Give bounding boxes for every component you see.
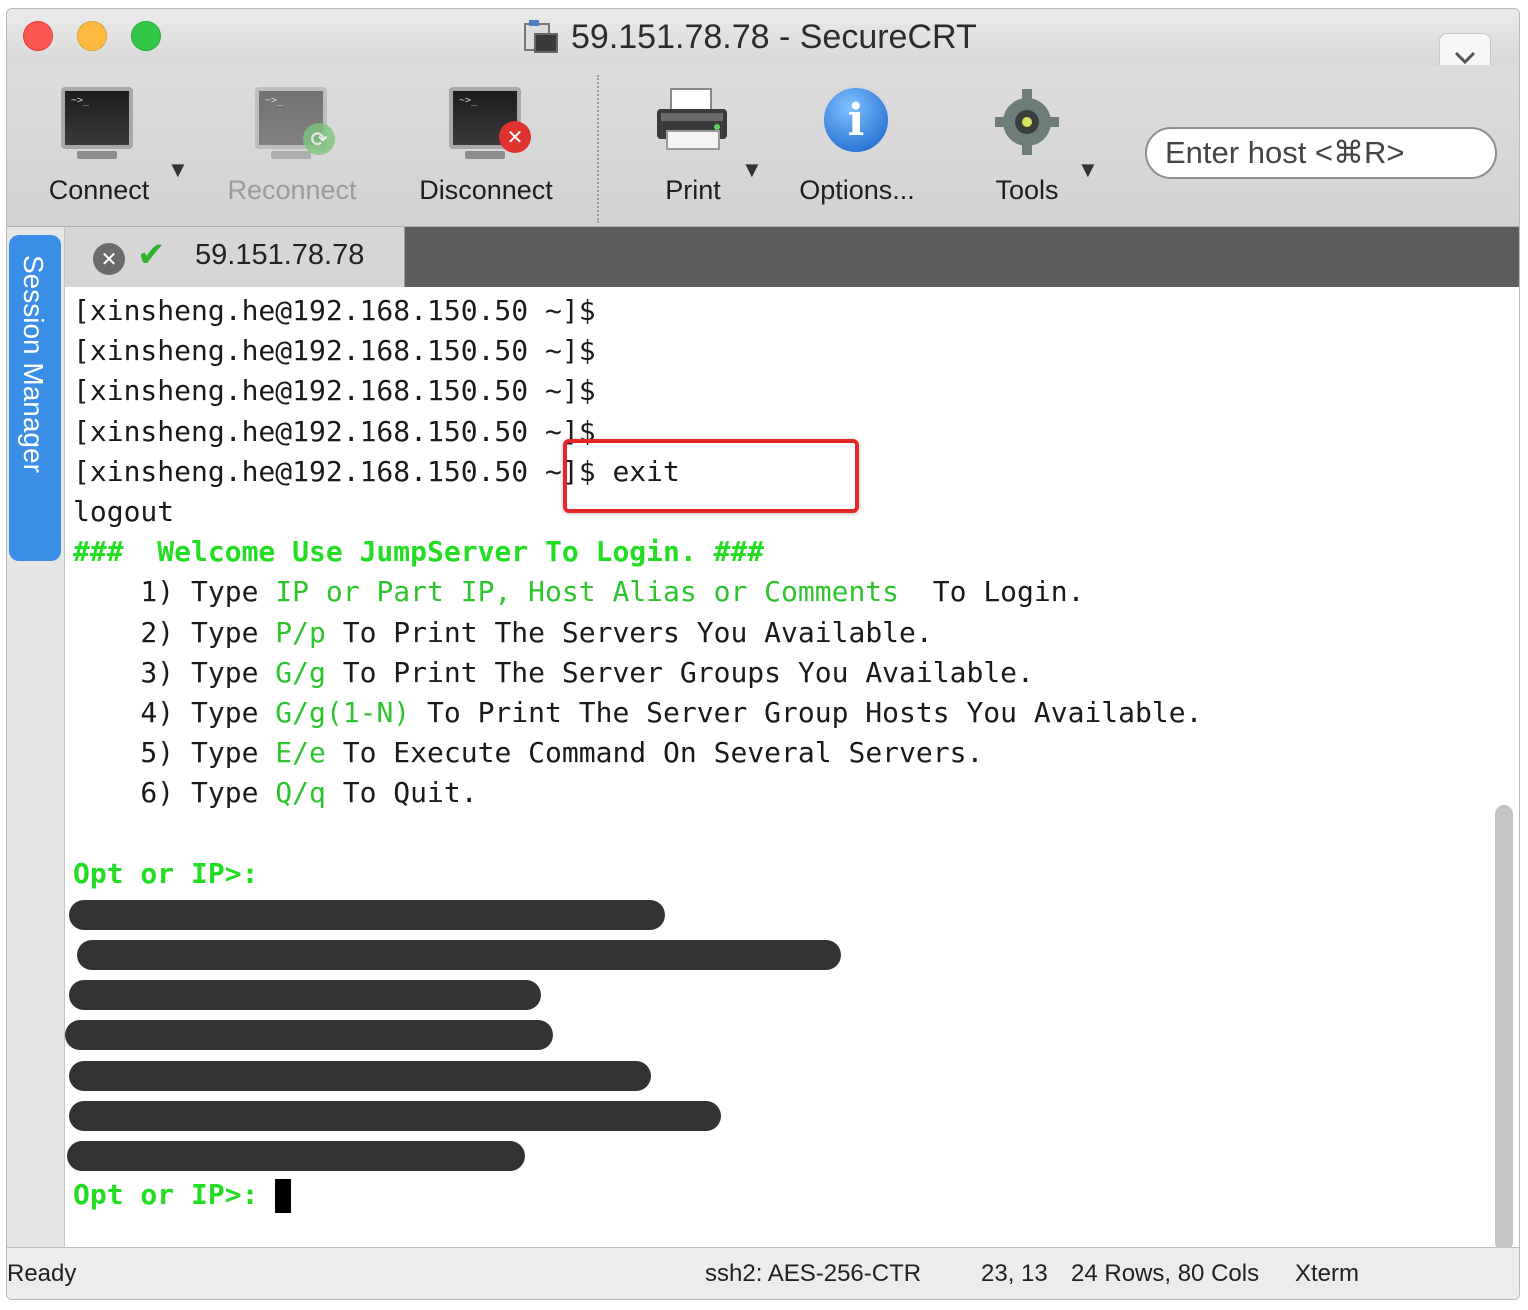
terminal-line: [xinsheng.he@192.168.150.50 ~]$	[73, 294, 596, 327]
redacted-line	[69, 1055, 1202, 1095]
terminal-scrollbar[interactable]	[1495, 805, 1513, 1251]
redacted-line	[69, 974, 1202, 1014]
redacted-line	[69, 894, 1202, 934]
reconnect-label: Reconnect	[227, 175, 357, 205]
menu-line: 3) Type G/g To Print The Server Groups Y…	[73, 655, 1034, 689]
close-icon[interactable]: ✕	[93, 243, 125, 275]
disconnect-label: Disconnect	[419, 175, 553, 205]
title-bar: 59.151.78.78 - SecureCRT	[7, 9, 1519, 83]
status-terminal-type: Xterm	[1295, 1260, 1360, 1287]
toolbar: Connect ▼ ⟳ Reconnect ✕ Disconnect	[7, 65, 1519, 227]
enter-host-input[interactable]: Enter host <⌘R>	[1145, 127, 1497, 179]
connect-dropdown-icon[interactable]: ▼	[167, 157, 189, 183]
minimize-window-button[interactable]	[77, 21, 107, 51]
redacted-line	[65, 1014, 1202, 1054]
exit-highlight-box	[563, 439, 859, 513]
status-cipher: ssh2: AES-256-CTR	[705, 1260, 922, 1287]
securecrt-window: 59.151.78.78 - SecureCRT Connect ▼ ⟳ Rec…	[6, 8, 1520, 1300]
connect-label: Connect	[48, 175, 150, 205]
print-dropdown-icon[interactable]: ▼	[741, 157, 763, 183]
text-cursor	[275, 1179, 292, 1214]
menu-line: 5) Type E/e To Execute Command On Severa…	[73, 736, 984, 770]
menu-line: 2) Type P/p To Print The Servers You Ava…	[73, 615, 933, 649]
redacted-line	[69, 1095, 1202, 1135]
info-icon: i	[821, 85, 891, 155]
session-tab-label: 59.151.78.78	[195, 239, 365, 271]
session-manager-strip: Session Manager	[7, 227, 65, 1247]
tools-label: Tools	[995, 175, 1059, 205]
disconnect-x-icon: ✕	[499, 121, 531, 153]
status-ready: Ready	[7, 1260, 77, 1287]
window-title: 59.151.78.78 - SecureCRT	[571, 17, 977, 56]
final-opt-prompt-line: Opt or IP>:	[73, 1175, 1202, 1215]
terminal-area[interactable]: [xinsheng.he@192.168.150.50 ~]$ [xinshen…	[65, 287, 1519, 1251]
tools-dropdown-icon[interactable]: ▼	[1077, 157, 1099, 183]
session-document-icon	[523, 20, 559, 54]
toolbar-separator	[597, 75, 599, 223]
opt-prompt: Opt or IP>:	[73, 856, 259, 890]
status-cursor-position: 23, 13	[981, 1260, 1048, 1287]
menu-line: 1) Type IP or Part IP, Host Alias or Com…	[73, 575, 1085, 609]
print-label: Print	[665, 175, 721, 205]
terminal-line: [xinsheng.he@192.168.150.50 ~]$	[73, 334, 596, 368]
menu-line: 6) Type Q/q To Quit.	[73, 776, 478, 810]
session-manager-tab[interactable]: Session Manager	[9, 235, 61, 561]
menu-line: 4) Type G/g(1-N) To Print The Server Gro…	[73, 695, 1203, 729]
refresh-icon: ⟳	[303, 123, 335, 155]
terminal-line: [xinsheng.he@192.168.150.50 ~]$	[73, 374, 596, 408]
maximize-window-button[interactable]	[131, 21, 161, 51]
welcome-banner: ### Welcome Use JumpServer To Login. ###	[73, 535, 765, 569]
printer-icon	[653, 87, 733, 160]
redacted-line	[67, 1135, 1202, 1175]
final-opt-prompt: Opt or IP>:	[73, 1178, 276, 1212]
checkmark-icon: ✔	[137, 236, 166, 274]
session-tab-strip: ✕ ✔ 59.151.78.78	[65, 227, 1519, 287]
session-manager-label: Session Manager	[18, 255, 49, 473]
status-terminal-size: 24 Rows, 80 Cols	[1071, 1260, 1260, 1287]
options-label: Options...	[799, 175, 915, 205]
session-tab[interactable]: ✕ ✔ 59.151.78.78	[65, 227, 405, 287]
redacted-line	[73, 934, 1202, 974]
terminal-output: [xinsheng.he@192.168.150.50 ~]$ [xinshen…	[65, 291, 1203, 1215]
close-window-button[interactable]	[23, 21, 53, 51]
gear-icon	[993, 85, 1061, 164]
monitor-icon	[61, 87, 133, 149]
status-bar: Ready ssh2: AES-256-CTR 23, 13 24 Rows, …	[7, 1247, 1519, 1299]
